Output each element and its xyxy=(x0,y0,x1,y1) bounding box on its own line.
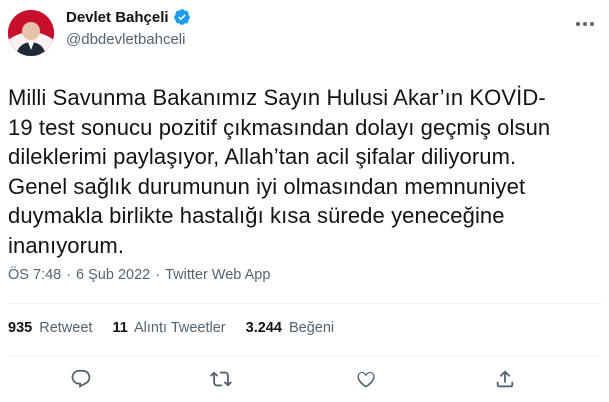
divider xyxy=(8,355,601,356)
likes-label: Beğeni xyxy=(288,320,335,336)
tweet-text-line: Milli Savunma Bakanımız Sayın Hulusi Aka… xyxy=(8,85,546,110)
tweet-time[interactable]: ÖS 7:48 xyxy=(8,267,61,283)
display-name[interactable]: Devlet Bahçeli xyxy=(66,9,169,26)
quotes-label: Alıntı Tweetler xyxy=(134,320,226,336)
reply-icon[interactable] xyxy=(70,368,94,392)
avatar-image xyxy=(8,10,54,56)
share-icon[interactable] xyxy=(494,368,518,392)
verified-badge-icon xyxy=(173,9,190,25)
tweet-text-line: duymakla birlikte hastalığı kısa sürede … xyxy=(8,203,505,228)
action-bar xyxy=(0,366,609,396)
quotes-count: 11 xyxy=(112,320,128,336)
more-options-icon[interactable] xyxy=(576,16,600,32)
retweet-icon[interactable] xyxy=(210,368,234,392)
meta-separator: · xyxy=(66,267,72,283)
retweets-stat[interactable]: 935 Retweet xyxy=(8,320,92,336)
meta-separator: · xyxy=(155,267,161,283)
tweet-text-line: 19 test sonucu pozitif çıkmasından dolay… xyxy=(8,114,551,140)
retweets-label: Retweet xyxy=(39,320,93,336)
tweet-text-line: dileklerimi paylaşıyor, Allah’tan acil ş… xyxy=(8,144,517,169)
like-icon[interactable] xyxy=(355,368,379,392)
tweet-source[interactable]: Twitter Web App xyxy=(165,267,270,283)
tweet-text-line: inanıyorum. xyxy=(8,232,125,258)
tweet-date[interactable]: 6 Şub 2022 xyxy=(76,267,150,283)
tweet-text-line: Genel sağlık durumunun iyi olmasından me… xyxy=(8,173,526,199)
retweets-count: 935 xyxy=(8,320,33,336)
author-name-row[interactable]: Devlet Bahçeli xyxy=(66,8,191,26)
quotes-stat[interactable]: 11 Alıntı Tweetler xyxy=(112,320,225,336)
likes-count: 3.244 xyxy=(245,320,282,336)
engagement-stats: 935 Retweet 11 Alıntı Tweetler 3.244 Beğ… xyxy=(8,320,334,336)
tweet-text: Milli Savunma Bakanımız Sayın Hulusi Aka… xyxy=(8,83,604,260)
likes-stat[interactable]: 3.244 Beğeni xyxy=(246,320,334,336)
tweet-meta: ÖS 7:48 · 6 Şub 2022 · Twitter Web App xyxy=(8,267,270,283)
author-handle[interactable]: @dbdevletbahceli xyxy=(66,31,185,48)
tweet-card: Devlet Bahçeli @dbdevletbahceli Milli Sa… xyxy=(0,0,609,402)
divider xyxy=(8,303,601,304)
avatar[interactable] xyxy=(8,10,54,56)
